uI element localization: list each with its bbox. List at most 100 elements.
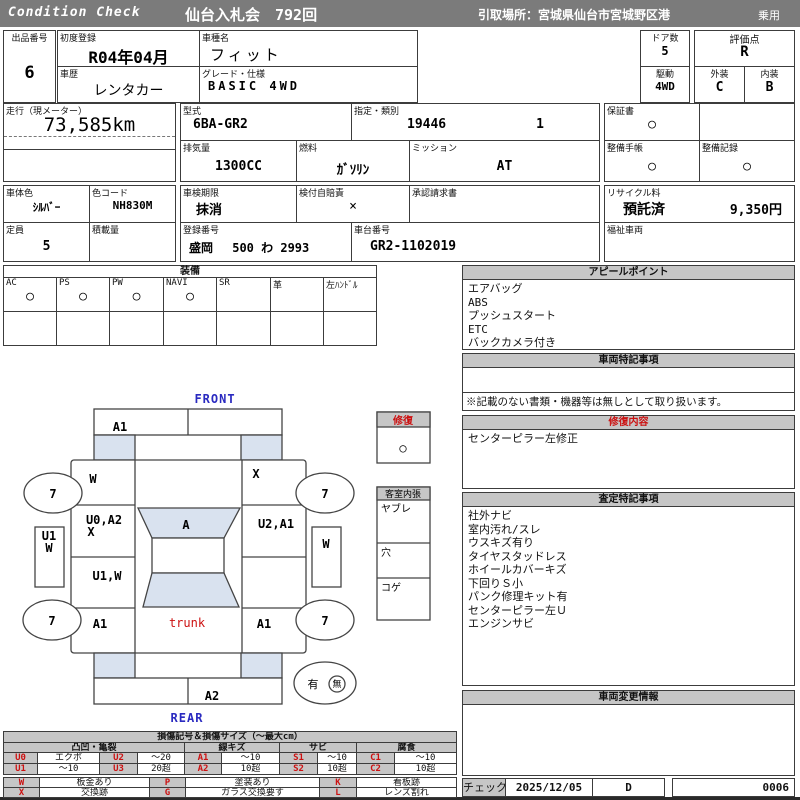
quarter-left-mark: A1 bbox=[93, 617, 107, 631]
lot-number-label: 出品番号 bbox=[4, 31, 55, 44]
vehicle-notes-disclaimer: ※記載のない書類・機器等は無しとして取り扱います。 bbox=[463, 392, 794, 410]
headlight-left bbox=[94, 435, 135, 460]
interior-grade-label: 内装 bbox=[745, 67, 794, 80]
spare-no-label: 無 bbox=[332, 678, 341, 690]
assessment-notes-header: 査定特記事項 bbox=[463, 493, 794, 507]
rear-label: REAR bbox=[171, 711, 204, 725]
welfare-vehicle-label: 福祉車両 bbox=[607, 223, 643, 236]
welfare-vehicle-cell: 福祉車両 bbox=[604, 222, 795, 262]
check-label: チェック bbox=[462, 778, 506, 797]
repair-detail-header: 修復内容 bbox=[463, 416, 794, 430]
mileage-divider bbox=[4, 136, 175, 137]
maintenance-record-label: 整備記録 bbox=[702, 141, 738, 154]
exterior-grade-cell: 外装 C bbox=[694, 66, 745, 103]
trunk-label: trunk bbox=[169, 616, 206, 630]
front-fender-right-mark: X bbox=[252, 467, 260, 481]
approval-request-label: 承認請求書 bbox=[412, 186, 457, 199]
equipment-mark-ac: ○ bbox=[4, 289, 56, 304]
appeal-item: バックカメラ付き bbox=[468, 336, 789, 350]
class-number-value: 19446 bbox=[407, 117, 446, 132]
equipment-cell-pw: PW ○ bbox=[109, 277, 164, 312]
color-code-label: 色コード bbox=[92, 186, 128, 199]
drive-cell: 駆動 4WD bbox=[640, 66, 690, 103]
cabin-trim-row-burn: コゲ bbox=[381, 582, 401, 594]
doors-value: 5 bbox=[641, 44, 689, 58]
legend-code: A2 bbox=[184, 763, 222, 775]
grade-value: BASIC 4WD bbox=[200, 79, 417, 93]
color-code-cell: 色コード NH830M bbox=[89, 185, 176, 223]
legend-code: U3 bbox=[99, 763, 138, 775]
change-info-box: 車両変更情報 bbox=[462, 690, 795, 776]
doors-label: ドア数 bbox=[641, 31, 689, 44]
repair-detail-list: センターピラー左修正 bbox=[463, 430, 794, 448]
drive-label: 駆動 bbox=[641, 67, 689, 80]
score-value: R bbox=[695, 44, 794, 60]
displacement-label: 排気量 bbox=[183, 141, 210, 154]
capacity-label: 定員 bbox=[6, 223, 24, 236]
sill-left-mark2: W bbox=[45, 541, 53, 555]
cabin-trim-title: 客室内張 bbox=[385, 488, 421, 500]
recycle-fee-label: リサイクル料 bbox=[607, 186, 661, 199]
history-label: 車歴 bbox=[60, 67, 78, 80]
warranty-spare-cell bbox=[699, 103, 795, 141]
appeal-points-list: エアバッグ ABS プッシュスタート ETC バックカメラ付き bbox=[463, 280, 794, 352]
assessment-notes-list: 社外ナビ 室内汚れ/スレ ウスキズ有り タイヤスタッドレス ホイールカバーキズ … bbox=[463, 507, 794, 633]
displacement-cell: 排気量 1300CC bbox=[180, 140, 297, 182]
appeal-item: エアバッグ bbox=[468, 282, 789, 296]
legend-code: C2 bbox=[356, 763, 395, 775]
change-info-header: 車両変更情報 bbox=[463, 691, 794, 705]
doors-cell: ドア数 5 bbox=[640, 30, 690, 67]
legend-value: 20超 bbox=[137, 763, 185, 775]
maintenance-record-cell: 整備記録 ○ bbox=[699, 140, 795, 182]
model-code-value: 6BA-GR2 bbox=[181, 117, 351, 132]
lot-number-value: 6 bbox=[4, 63, 55, 83]
equipment-cell-ac: AC ○ bbox=[3, 277, 57, 312]
assessment-item: タイヤスタッドレス bbox=[468, 550, 789, 564]
score-cell: 評価点 R bbox=[694, 30, 795, 67]
body-color-cell: 車体色 ｼﾙﾊﾞｰ bbox=[3, 185, 90, 223]
assessment-item: 室内汚れ/スレ bbox=[468, 523, 789, 537]
model-name-cell: 車種名 フィット bbox=[199, 30, 418, 67]
repair-flag-mark: ○ bbox=[399, 441, 406, 455]
fuel-label: 燃料 bbox=[299, 141, 317, 154]
legend-code: U1 bbox=[3, 763, 38, 775]
pickup-location: 引取場所：宮城県仙台市宮城野区港 bbox=[478, 6, 670, 23]
front-label: FRONT bbox=[194, 392, 235, 406]
load-capacity-cell: 積載量 bbox=[89, 222, 176, 262]
roof-panel bbox=[152, 538, 224, 573]
approval-request-cell: 承認請求書 bbox=[409, 185, 600, 223]
class-sub-value: 1 bbox=[536, 117, 544, 132]
insurance-mark: × bbox=[297, 199, 409, 214]
equipment-cell-navi: NAVI ○ bbox=[163, 277, 217, 312]
assessment-item: センターピラー左Ｕ bbox=[468, 604, 789, 618]
inspection-label: 車検期限 bbox=[183, 186, 219, 199]
registration-number-label: 登録番号 bbox=[183, 223, 219, 236]
equipment-label-ps: PS bbox=[59, 278, 70, 288]
auction-title: 仙台入札会 792回 bbox=[185, 4, 317, 25]
body-color-label: 車体色 bbox=[6, 186, 33, 199]
taillight-left bbox=[94, 653, 135, 678]
legend-value: レンズ割れ bbox=[356, 787, 457, 798]
inspection-cell: 車検期限 抹消 bbox=[180, 185, 297, 223]
cabin-trim-row-tear: ヤブレ bbox=[381, 502, 411, 515]
equipment-cell-sr: SR bbox=[216, 277, 271, 312]
legend-code-g: G bbox=[149, 787, 186, 798]
insurance-cell: 検付自賠責 × bbox=[296, 185, 410, 223]
transmission-cell: ミッション AT bbox=[409, 140, 600, 182]
fuel-value: ｶﾞｿﾘﾝ bbox=[297, 159, 409, 178]
cabin-trim-row-hole: 穴 bbox=[381, 546, 391, 559]
warranty-mark: ○ bbox=[605, 117, 699, 132]
equipment-label-pw: PW bbox=[112, 278, 123, 288]
equipment-label-lhd: 左ﾊﾝﾄﾞﾙ bbox=[326, 278, 358, 291]
equipment-mark-pw: ○ bbox=[110, 289, 163, 304]
chassis-number-cell: 車台番号 GR2-1102019 bbox=[351, 222, 600, 262]
mileage-cell: 走行（現メーター） 73,585km bbox=[3, 103, 176, 150]
chassis-number-label: 車台番号 bbox=[354, 223, 390, 236]
assessment-item: エンジンサビ bbox=[468, 617, 789, 631]
equipment-mark-ps: ○ bbox=[57, 289, 109, 304]
model-name-value: フィット bbox=[200, 44, 417, 65]
maintenance-book-label: 整備手帳 bbox=[607, 141, 643, 154]
check-code: D bbox=[592, 778, 665, 797]
maintenance-book-mark: ○ bbox=[605, 159, 699, 174]
drive-value: 4WD bbox=[641, 80, 689, 93]
